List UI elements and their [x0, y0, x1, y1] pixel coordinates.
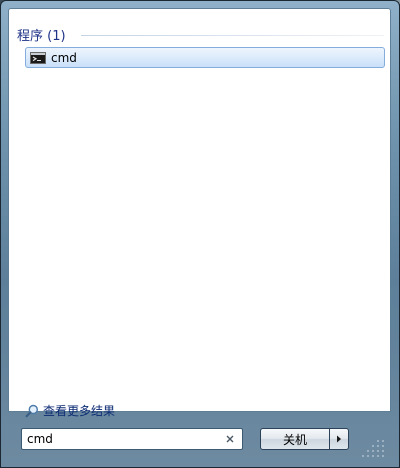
group-divider — [81, 35, 384, 36]
power-controls: 关机 — [260, 428, 349, 450]
decorative-dots — [362, 440, 384, 457]
power-options-button[interactable] — [330, 428, 349, 450]
shutdown-button[interactable]: 关机 — [260, 428, 330, 450]
search-results-panel: 程序 (1) cmd 查看更多结果 — [8, 8, 391, 418]
results-group-header: 程序 (1) — [17, 25, 66, 44]
arrow-right-icon — [337, 435, 341, 443]
clear-search-button[interactable] — [222, 431, 238, 447]
shutdown-label: 关机 — [282, 432, 307, 447]
result-item-cmd[interactable]: cmd — [25, 47, 385, 68]
group-title: 程序 (1) — [17, 28, 66, 44]
result-label: cmd — [51, 50, 77, 65]
search-input[interactable] — [22, 430, 222, 448]
bottom-bar: 关机 — [8, 412, 391, 462]
start-menu: 程序 (1) cmd 查看更多结果 cmd 关机 — [0, 0, 400, 468]
command-prompt-icon — [30, 51, 46, 64]
search-box — [21, 428, 243, 450]
clear-icon — [226, 435, 234, 443]
